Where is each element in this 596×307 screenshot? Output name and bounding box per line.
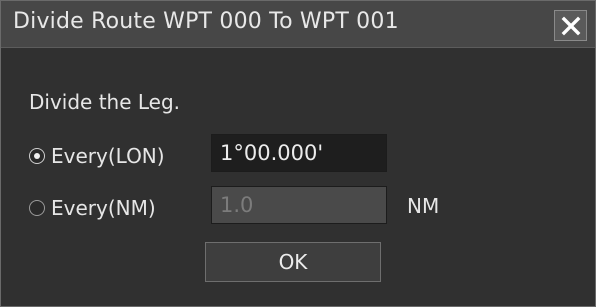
ok-button[interactable]: OK — [205, 242, 381, 282]
dialog-body: Divide the Leg. Every(LON) 1°00.000' Eve… — [1, 48, 595, 306]
divide-route-dialog: Divide Route WPT 000 To WPT 001 Divide t… — [0, 0, 596, 307]
lon-interval-input[interactable]: 1°00.000' — [211, 134, 387, 172]
radio-button-checked[interactable] — [29, 148, 45, 164]
radio-label-lon: Every(LON) — [51, 144, 165, 168]
radio-every-lon[interactable]: Every(LON) — [29, 144, 165, 168]
radio-every-nm[interactable]: Every(NM) — [29, 196, 156, 220]
close-icon — [561, 16, 580, 35]
nm-unit-label: NM — [407, 194, 440, 218]
radio-label-nm: Every(NM) — [51, 196, 156, 220]
form-heading: Divide the Leg. — [29, 90, 181, 114]
close-button[interactable] — [554, 10, 587, 41]
radio-button-unchecked[interactable] — [29, 200, 45, 216]
dialog-titlebar: Divide Route WPT 000 To WPT 001 — [1, 1, 595, 48]
nm-interval-input: 1.0 — [211, 186, 387, 224]
dialog-title: Divide Route WPT 000 To WPT 001 — [13, 9, 399, 34]
